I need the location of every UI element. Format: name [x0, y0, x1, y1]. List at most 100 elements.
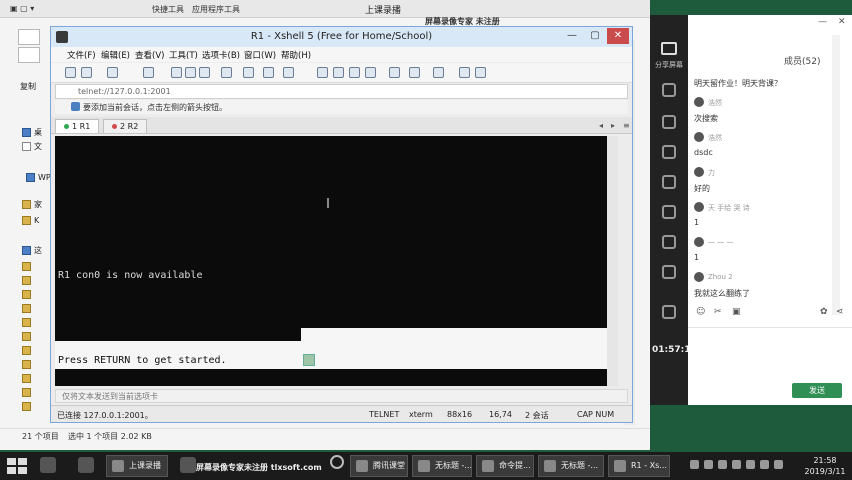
- terminal-area[interactable]: R1 con0 is now available Press RETURN to…: [55, 136, 607, 386]
- avatar[interactable]: [694, 272, 704, 282]
- quick-access-icon[interactable]: ▣ ▢ ▾: [10, 4, 34, 13]
- find-icon[interactable]: [199, 67, 210, 78]
- nav-item-this-pc[interactable]: 这: [22, 243, 42, 257]
- chat-icon[interactable]: [475, 67, 486, 78]
- avatar[interactable]: [694, 167, 704, 177]
- chat-input[interactable]: [688, 327, 852, 382]
- menu-edit[interactable]: 编辑(E): [101, 49, 130, 61]
- globe-icon[interactable]: [283, 67, 294, 78]
- recorder-icon[interactable]: [180, 457, 196, 473]
- taskbar-app-cmd[interactable]: 命令提...: [476, 455, 534, 477]
- minimize-button[interactable]: —: [818, 17, 827, 27]
- settings-icon[interactable]: [662, 305, 676, 319]
- add-tab-icon[interactable]: [409, 67, 420, 78]
- new-session-icon[interactable]: [65, 67, 76, 78]
- music-icon[interactable]: [662, 235, 676, 249]
- menu-tabs[interactable]: 选项卡(B): [202, 49, 240, 61]
- nav-item[interactable]: [22, 357, 31, 371]
- app-icon[interactable]: [78, 457, 94, 473]
- keyboard-icon[interactable]: [349, 67, 360, 78]
- nav-item[interactable]: [22, 371, 31, 385]
- taskbar-app-untitled[interactable]: 无标题 -...: [412, 455, 472, 477]
- xftp-icon[interactable]: [317, 67, 328, 78]
- minimize-button[interactable]: —: [561, 28, 583, 44]
- copy-icon[interactable]: [171, 67, 182, 78]
- menu-view[interactable]: 查看(V): [135, 49, 164, 61]
- maximize-button[interactable]: ▢: [584, 28, 606, 44]
- flower-icon[interactable]: ✿: [820, 307, 828, 317]
- print-icon[interactable]: [221, 67, 232, 78]
- notification-icon[interactable]: [330, 455, 344, 469]
- nav-item-k[interactable]: K: [22, 213, 39, 227]
- compose-input[interactable]: 仅将文本发送到当前选项卡: [55, 389, 628, 403]
- color-scheme-icon[interactable]: [243, 67, 254, 78]
- ribbon-tab-quick-tools[interactable]: 快捷工具: [152, 4, 184, 15]
- tab-next-icon[interactable]: ▸: [611, 121, 615, 130]
- nav-item[interactable]: [22, 315, 31, 329]
- tray-icon[interactable]: [718, 460, 727, 469]
- font-icon[interactable]: [263, 67, 274, 78]
- network-icon[interactable]: [732, 460, 741, 469]
- share-icon[interactable]: ⋖: [836, 307, 844, 317]
- tab-menu-icon[interactable]: ≡: [623, 121, 630, 130]
- scissors-icon[interactable]: ✂: [714, 307, 722, 317]
- nav-item[interactable]: [22, 399, 31, 413]
- address-bar[interactable]: telnet://127.0.0.1:2001: [55, 84, 628, 99]
- system-clock[interactable]: 21:58 2019/3/11: [800, 455, 850, 477]
- avatar[interactable]: [694, 132, 704, 142]
- taskbar-app-xshell[interactable]: R1 - Xs...: [608, 455, 670, 477]
- nav-item[interactable]: [22, 343, 31, 357]
- nav-item-docs[interactable]: 文: [22, 139, 42, 153]
- send-button[interactable]: 发送: [792, 383, 842, 398]
- lock-icon[interactable]: [433, 67, 444, 78]
- nav-item[interactable]: [22, 273, 31, 287]
- copy-icon[interactable]: [18, 29, 40, 45]
- tray-icon[interactable]: [704, 460, 713, 469]
- nav-item-desktop[interactable]: 桌: [22, 125, 42, 139]
- ribbon-tab-app-tools[interactable]: 应用程序工具: [192, 4, 240, 15]
- tab-prev-icon[interactable]: ◂: [599, 121, 603, 130]
- image-icon[interactable]: ▣: [732, 307, 741, 317]
- whiteboard-icon[interactable]: [662, 145, 676, 159]
- script-icon[interactable]: [333, 67, 344, 78]
- menu-help[interactable]: 帮助(H): [281, 49, 311, 61]
- browser-icon[interactable]: [40, 457, 56, 473]
- connect-icon[interactable]: [107, 67, 118, 78]
- paste-icon[interactable]: [18, 47, 40, 63]
- avatar[interactable]: [694, 237, 704, 247]
- keyboard-icon[interactable]: [774, 460, 783, 469]
- nav-item-wps[interactable]: WP: [26, 170, 51, 184]
- nav-item[interactable]: [22, 329, 31, 343]
- member-count[interactable]: 成员(52): [784, 54, 820, 67]
- menu-file[interactable]: 文件(F): [67, 49, 96, 61]
- avatar[interactable]: [694, 97, 704, 107]
- tile-icon[interactable]: [389, 67, 400, 78]
- camera-icon[interactable]: [662, 115, 676, 129]
- share-screen-icon[interactable]: [661, 42, 677, 55]
- paste-icon[interactable]: [185, 67, 196, 78]
- file-icon[interactable]: [662, 175, 676, 189]
- avatar[interactable]: [694, 202, 704, 212]
- terminal-scrollbar[interactable]: [607, 136, 618, 386]
- tab-r1[interactable]: 1 R1: [55, 119, 100, 133]
- tray-icon[interactable]: [690, 460, 699, 469]
- grid-icon[interactable]: [662, 265, 676, 279]
- add-session-arrow-icon[interactable]: [71, 102, 80, 111]
- close-button[interactable]: ✕: [607, 28, 629, 44]
- help-icon[interactable]: [459, 67, 470, 78]
- nav-item-home[interactable]: 家: [22, 197, 42, 211]
- nav-item[interactable]: [22, 287, 31, 301]
- menu-window[interactable]: 窗口(W): [244, 49, 276, 61]
- nav-item[interactable]: [22, 301, 31, 315]
- chat-scrollbar[interactable]: [832, 35, 840, 315]
- volume-icon[interactable]: [746, 460, 755, 469]
- windows-start-icon[interactable]: [6, 457, 28, 475]
- address-input[interactable]: telnet://127.0.0.1:2001: [78, 87, 171, 96]
- nav-item[interactable]: [22, 259, 31, 273]
- nav-item[interactable]: [22, 385, 31, 399]
- microphone-icon[interactable]: [662, 205, 676, 219]
- open-folder-icon[interactable]: [81, 67, 92, 78]
- close-button[interactable]: ✕: [838, 17, 846, 27]
- settings-icon[interactable]: [143, 67, 154, 78]
- taskbar-app-untitled-2[interactable]: 无标题 -...: [538, 455, 604, 477]
